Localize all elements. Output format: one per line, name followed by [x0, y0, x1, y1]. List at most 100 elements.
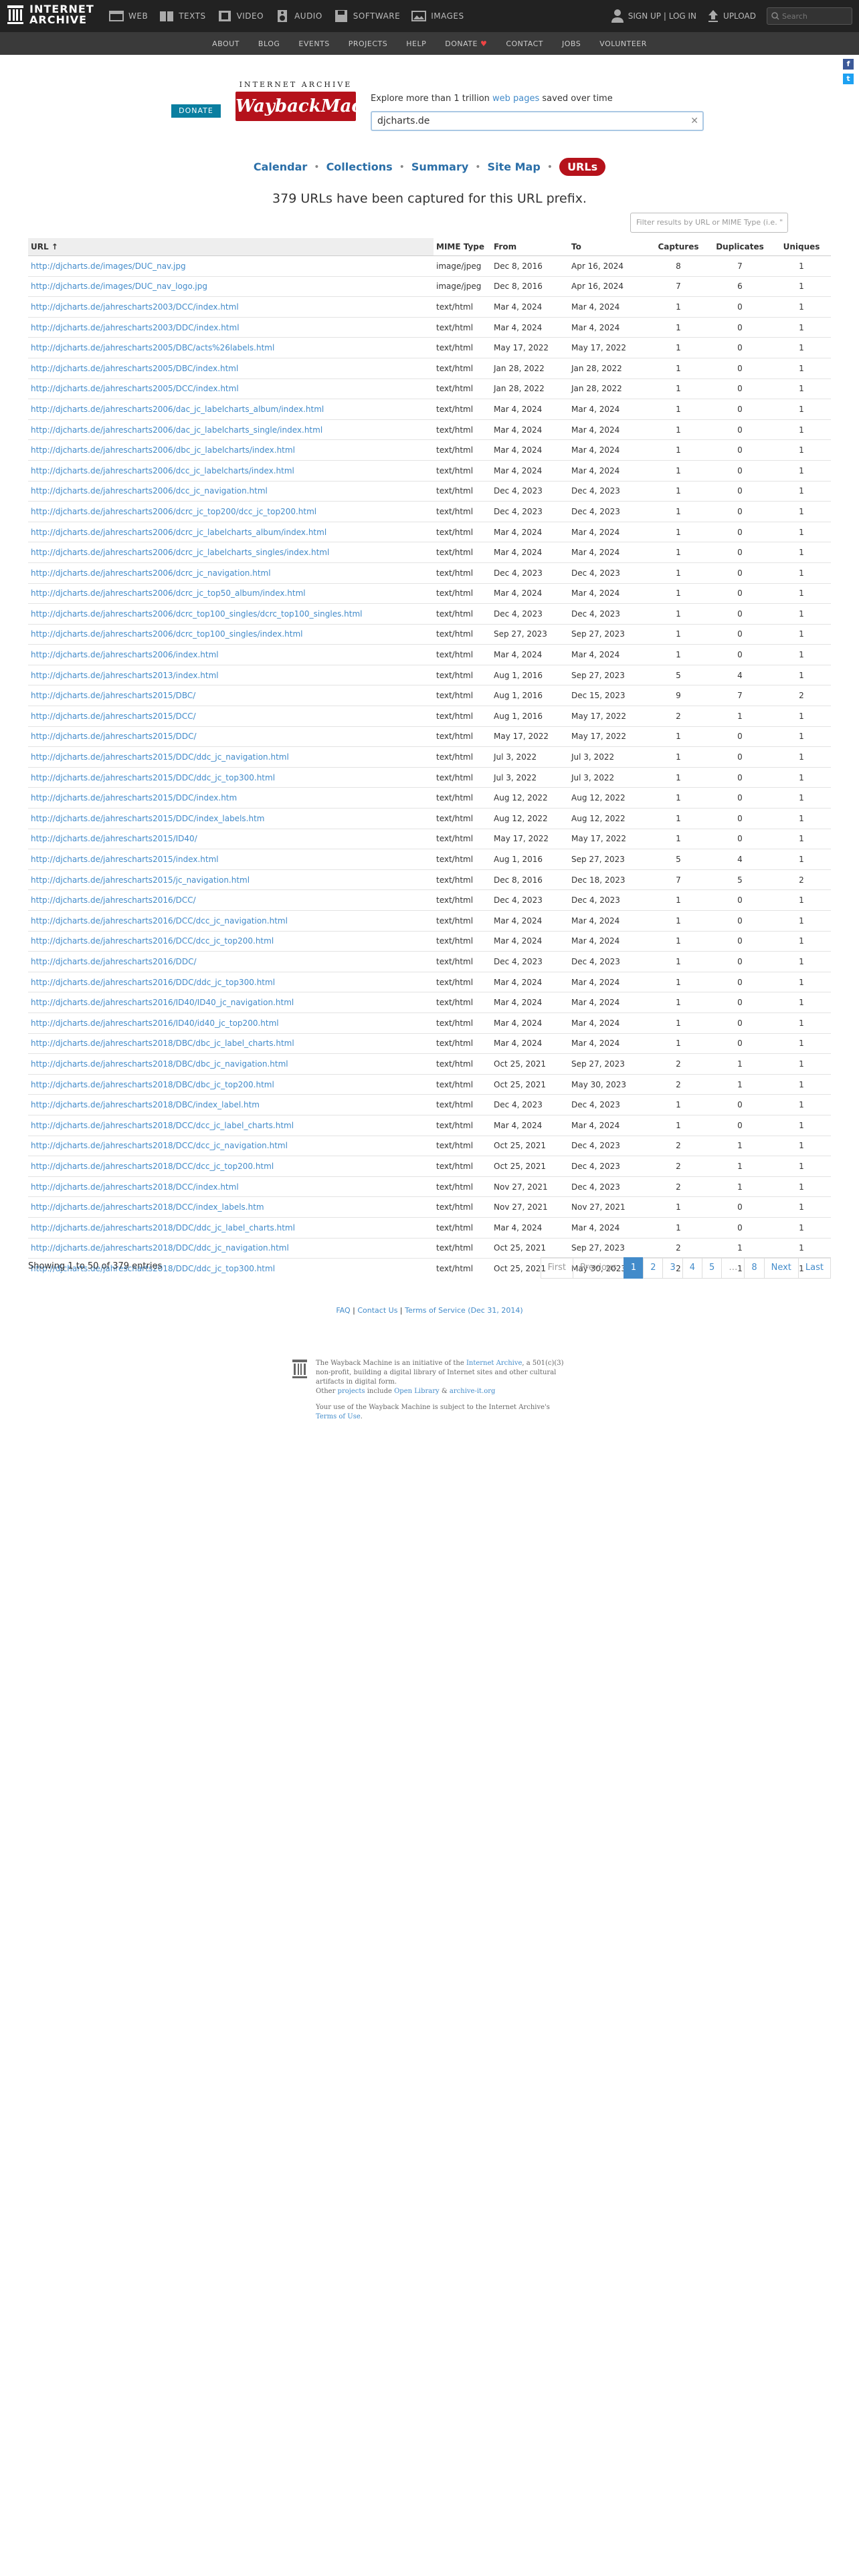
page-1-button[interactable]: 1	[623, 1257, 644, 1279]
url-link[interactable]: http://djcharts.de/jahrescharts2016/ID40…	[31, 1018, 279, 1028]
nav-video[interactable]: VIDEO	[217, 9, 264, 23]
url-link[interactable]: http://djcharts.de/jahrescharts2018/DDC/…	[31, 1223, 295, 1232]
nav-software[interactable]: SOFTWARE	[333, 9, 400, 23]
column-header-mime[interactable]: MIME Type	[434, 238, 491, 256]
twitter-icon[interactable]: t	[843, 74, 854, 84]
tab-site-map[interactable]: Site Map	[488, 160, 541, 173]
column-header-from[interactable]: From	[491, 238, 569, 256]
url-link[interactable]: http://djcharts.de/jahrescharts2003/DDC/…	[31, 323, 240, 332]
internet-archive-logo[interactable]: INTERNET ARCHIVE	[7, 4, 94, 25]
tab-calendar[interactable]: Calendar	[254, 160, 307, 173]
url-link[interactable]: http://djcharts.de/jahrescharts2006/dcrc…	[31, 568, 271, 578]
url-link[interactable]: http://djcharts.de/jahrescharts2006/dcrc…	[31, 548, 329, 557]
url-link[interactable]: http://djcharts.de/jahrescharts2015/ID40…	[31, 834, 197, 843]
facebook-icon[interactable]: f	[843, 59, 854, 70]
url-link[interactable]: http://djcharts.de/jahrescharts2018/DDC/…	[31, 1243, 289, 1253]
nav-about[interactable]: ABOUT	[212, 39, 240, 48]
url-link[interactable]: http://djcharts.de/jahrescharts2005/DBC/…	[31, 343, 274, 352]
url-link[interactable]: http://djcharts.de/jahrescharts2006/dcc_…	[31, 466, 294, 475]
faq-link[interactable]: FAQ	[336, 1306, 350, 1315]
donate-button[interactable]: DONATE	[171, 104, 221, 118]
column-header-uniques[interactable]: Uniques	[772, 238, 831, 256]
url-link[interactable]: http://djcharts.de/jahrescharts2018/DCC/…	[31, 1182, 239, 1192]
terms-link[interactable]: Terms of Service (Dec 31, 2014)	[405, 1306, 523, 1315]
url-link[interactable]: http://djcharts.de/jahrescharts2015/DDC/…	[31, 793, 237, 802]
page-5-button[interactable]: 5	[702, 1257, 723, 1279]
url-link[interactable]: http://djcharts.de/jahrescharts2006/dcc_…	[31, 486, 268, 496]
nav-texts[interactable]: TEXTS	[159, 9, 205, 23]
column-header-to[interactable]: To	[569, 238, 649, 256]
url-link[interactable]: http://djcharts.de/jahrescharts2018/DCC/…	[31, 1202, 264, 1212]
wayback-logo[interactable]: INTERNET ARCHIVE WaybackMachine	[235, 80, 405, 127]
url-link[interactable]: http://djcharts.de/jahrescharts2016/DDC/…	[31, 978, 275, 987]
url-link[interactable]: http://djcharts.de/jahrescharts2016/ID40…	[31, 998, 294, 1007]
url-link[interactable]: http://djcharts.de/jahrescharts2006/dcrc…	[31, 609, 363, 619]
url-link[interactable]: http://djcharts.de/jahrescharts2006/dac_…	[31, 425, 322, 435]
nav-volunteer[interactable]: VOLUNTEER	[599, 39, 647, 48]
url-link[interactable]: http://djcharts.de/jahrescharts2015/DDC/	[31, 732, 197, 741]
upload-link[interactable]: UPLOAD	[707, 9, 756, 23]
url-link[interactable]: http://djcharts.de/jahrescharts2005/DCC/…	[31, 384, 239, 393]
tab-summary[interactable]: Summary	[411, 160, 468, 173]
url-link[interactable]: http://djcharts.de/jahrescharts2018/DBC/…	[31, 1080, 274, 1089]
nav-contact[interactable]: CONTACT	[506, 39, 543, 48]
url-link[interactable]: http://djcharts.de/jahrescharts2005/DBC/…	[31, 364, 238, 373]
url-link[interactable]: http://djcharts.de/jahrescharts2016/DCC/…	[31, 936, 274, 946]
url-link[interactable]: http://djcharts.de/jahrescharts2015/jc_n…	[31, 875, 250, 885]
internet-archive-link[interactable]: Internet Archive	[466, 1360, 522, 1367]
page-last-button[interactable]: Last	[797, 1257, 831, 1279]
signup-login-link[interactable]: SIGN UP | LOG IN	[611, 9, 696, 23]
column-header-captures[interactable]: Captures	[649, 238, 708, 256]
url-link[interactable]: http://djcharts.de/jahrescharts2015/DCC/	[31, 712, 196, 721]
url-link[interactable]: http://djcharts.de/jahrescharts2015/DDC/…	[31, 773, 275, 782]
contact-us-link[interactable]: Contact Us	[357, 1306, 397, 1315]
url-link[interactable]: http://djcharts.de/jahrescharts2006/dbc_…	[31, 445, 295, 455]
tab-urls[interactable]: URLs	[559, 158, 606, 176]
url-link[interactable]: http://djcharts.de/jahrescharts2006/inde…	[31, 650, 219, 659]
page-first-button[interactable]: First	[540, 1257, 573, 1279]
url-link[interactable]: http://djcharts.de/jahrescharts2015/DDC/…	[31, 814, 264, 823]
url-link[interactable]: http://djcharts.de/jahrescharts2006/dac_…	[31, 405, 324, 414]
column-header-duplicates[interactable]: Duplicates	[708, 238, 772, 256]
url-link[interactable]: http://djcharts.de/jahrescharts2015/DBC/	[31, 691, 195, 700]
nav-web[interactable]: WEB	[108, 9, 148, 23]
filter-input[interactable]: Filter results by URL or MIME Type (i.e.…	[630, 213, 788, 233]
page-3-button[interactable]: 3	[662, 1257, 683, 1279]
url-link[interactable]: http://djcharts.de/jahrescharts2016/DCC/…	[31, 916, 288, 926]
url-link[interactable]: http://djcharts.de/jahrescharts2015/inde…	[31, 855, 219, 864]
nav-donate[interactable]: DONATE ♥	[445, 39, 487, 48]
clear-icon[interactable]: ✕	[690, 112, 698, 130]
url-link[interactable]: http://djcharts.de/jahrescharts2018/DCC/…	[31, 1121, 294, 1130]
nav-audio[interactable]: AUDIO	[274, 9, 322, 23]
terms-of-use-link[interactable]: Terms of Use	[316, 1413, 361, 1420]
url-link[interactable]: http://djcharts.de/jahrescharts2006/dcrc…	[31, 588, 306, 598]
page-4-button[interactable]: 4	[682, 1257, 703, 1279]
url-link[interactable]: http://djcharts.de/jahrescharts2018/DCC/…	[31, 1141, 288, 1150]
projects-link[interactable]: projects	[338, 1388, 365, 1395]
column-header-url[interactable]: URL ↑	[28, 238, 434, 256]
url-link[interactable]: http://djcharts.de/jahrescharts2016/DDC/	[31, 957, 197, 966]
nav-images[interactable]: IMAGES	[411, 9, 464, 23]
url-link[interactable]: http://djcharts.de/jahrescharts2006/dcrc…	[31, 629, 303, 639]
tab-collections[interactable]: Collections	[326, 160, 393, 173]
nav-projects[interactable]: PROJECTS	[349, 39, 388, 48]
url-link[interactable]: http://djcharts.de/images/DUC_nav_logo.j…	[31, 282, 207, 291]
url-link[interactable]: http://djcharts.de/jahrescharts2018/DBC/…	[31, 1039, 294, 1048]
page-8-button[interactable]: 8	[744, 1257, 765, 1279]
url-link[interactable]: http://djcharts.de/jahrescharts2018/DBC/…	[31, 1059, 288, 1069]
site-search[interactable]: Search	[767, 7, 852, 25]
url-link[interactable]: http://djcharts.de/jahrescharts2013/inde…	[31, 671, 219, 680]
page-next-button[interactable]: Next	[763, 1257, 799, 1279]
page-2-button[interactable]: 2	[643, 1257, 664, 1279]
url-link[interactable]: http://djcharts.de/images/DUC_nav.jpg	[31, 261, 186, 271]
url-link[interactable]: http://djcharts.de/jahrescharts2006/dcrc…	[31, 528, 326, 537]
url-link[interactable]: http://djcharts.de/jahrescharts2003/DCC/…	[31, 302, 239, 312]
archive-it-link[interactable]: archive-it.org	[450, 1388, 496, 1395]
nav-events[interactable]: EVENTS	[298, 39, 329, 48]
web-pages-link[interactable]: web pages	[492, 94, 539, 104]
page-previous-button[interactable]: Previous	[572, 1257, 624, 1279]
nav-blog[interactable]: BLOG	[258, 39, 280, 48]
url-link[interactable]: http://djcharts.de/jahrescharts2016/DCC/	[31, 895, 196, 905]
open-library-link[interactable]: Open Library	[394, 1388, 440, 1395]
url-link[interactable]: http://djcharts.de/jahrescharts2006/dcrc…	[31, 507, 316, 516]
